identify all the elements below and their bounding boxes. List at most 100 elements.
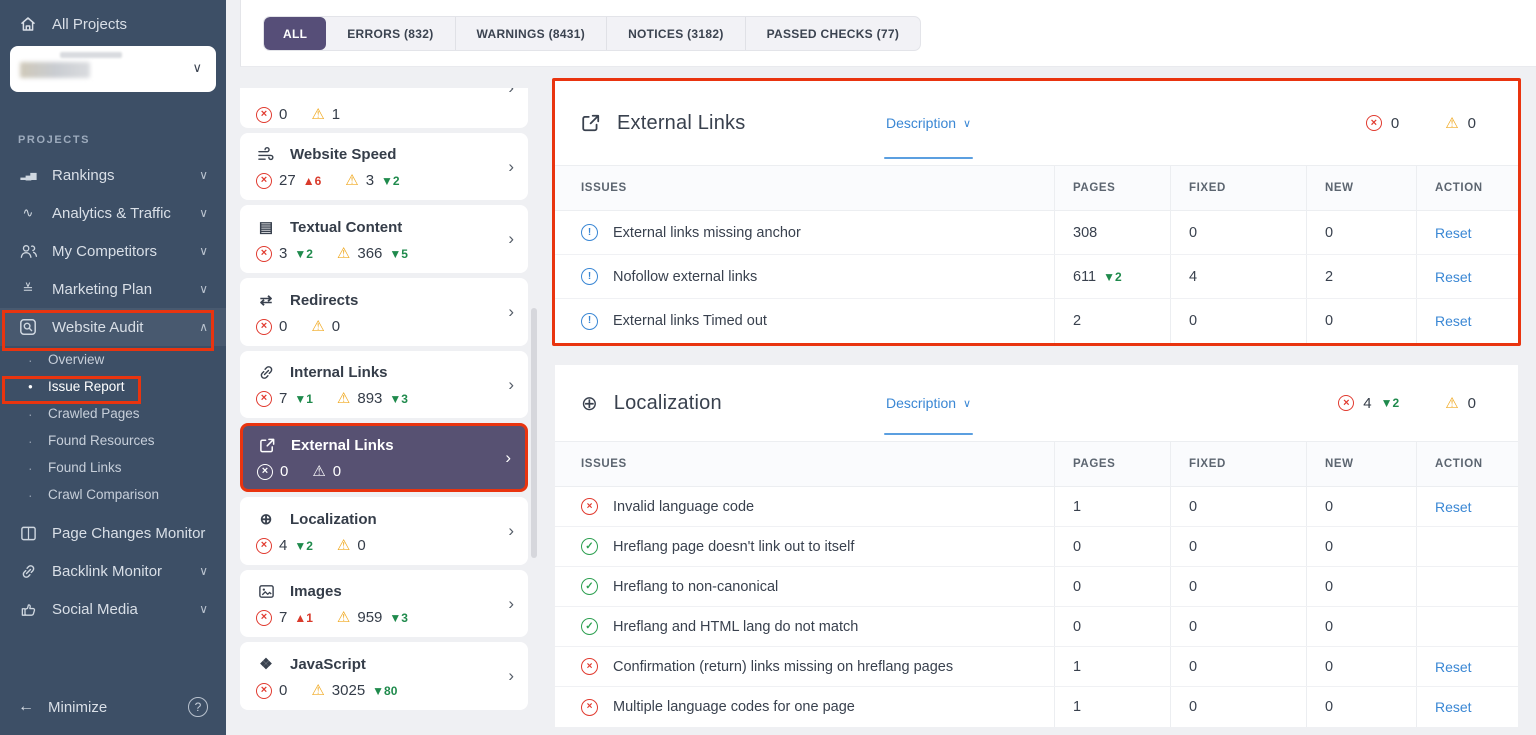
- notice-icon[interactable]: !: [581, 268, 598, 285]
- reset-link[interactable]: Reset: [1435, 313, 1472, 329]
- reset-link[interactable]: Reset: [1435, 225, 1472, 241]
- tab-all[interactable]: ALL: [264, 17, 327, 50]
- all-projects-link[interactable]: All Projects: [0, 0, 226, 39]
- audit-magnifier-icon: [18, 318, 38, 336]
- sidebar-item-my-competitors[interactable]: My Competitors ∨: [0, 232, 226, 270]
- category-label: Images: [290, 583, 342, 600]
- table-row: × Confirmation (return) links missing on…: [555, 647, 1518, 687]
- category-card-redirects[interactable]: ⇄ Redirects › × 0 ⚠ 0: [240, 278, 528, 346]
- tab-warnings[interactable]: WARNINGS (8431): [454, 17, 607, 50]
- check-status-icon[interactable]: ✓: [581, 578, 598, 595]
- warning-count: 366: [357, 245, 383, 262]
- category-card-javascript[interactable]: ❖ JavaScript › × 0 ⚠ 3025 ▼80: [240, 642, 528, 710]
- warning-trend: ▼3: [389, 610, 408, 625]
- sidebar-subitem-overview[interactable]: · Overview: [0, 346, 226, 373]
- description-toggle[interactable]: Description ∨: [883, 395, 974, 435]
- help-button[interactable]: ?: [188, 697, 208, 717]
- sidebar-item-social-media[interactable]: Social Media ∨: [0, 590, 226, 628]
- category-card-internal-links[interactable]: Internal Links › × 7 ▼1 ⚠ 893 ▼3: [240, 351, 528, 418]
- sidebar-item-marketing-plan[interactable]: ≚ Marketing Plan ∨: [0, 270, 226, 308]
- chevron-down-icon: ∨: [199, 206, 208, 220]
- tab-errors[interactable]: ERRORS (832): [326, 17, 454, 50]
- category-label: JavaScript: [290, 655, 366, 673]
- back-arrow-icon: ←: [18, 698, 34, 715]
- notice-icon[interactable]: !: [581, 312, 598, 330]
- bullet-icon: ·: [28, 432, 33, 449]
- home-icon: [18, 15, 38, 33]
- check-status-icon[interactable]: ✓: [581, 538, 598, 555]
- sidebar-item-rankings[interactable]: ▂▄▆ Rankings ∨: [0, 156, 226, 194]
- category-label: Redirects: [290, 291, 359, 309]
- sidebar-subitem-crawled-pages[interactable]: · Crawled Pages: [0, 400, 226, 427]
- description-label: Description: [886, 115, 957, 131]
- chevron-down-icon: ∨: [963, 117, 972, 130]
- error-status-icon[interactable]: ×: [581, 698, 598, 716]
- category-label: Localization: [290, 510, 377, 528]
- error-count: 3: [279, 245, 288, 262]
- error-trend: ▼1: [294, 391, 313, 406]
- minimize-button[interactable]: Minimize: [48, 699, 107, 716]
- error-count: 4: [279, 537, 288, 554]
- bullet-icon: ·: [28, 405, 33, 422]
- category-card-textual-content[interactable]: ▤ Textual Content › × 3 ▼2 ⚠ 366 ▼5: [240, 205, 528, 273]
- sidebar-subitem-found-resources[interactable]: · Found Resources: [0, 427, 226, 454]
- tab-notices[interactable]: NOTICES (3182): [606, 17, 745, 50]
- fixed-value: 0: [1189, 699, 1198, 715]
- issue-label: Confirmation (return) links missing on h…: [613, 658, 954, 675]
- subitem-label: Found Links: [48, 460, 122, 475]
- error-count-icon: ×: [256, 318, 272, 335]
- sidebar-item-label: Social Media: [52, 600, 138, 618]
- reset-link[interactable]: Reset: [1435, 499, 1472, 515]
- column-pages: PAGES: [1054, 166, 1170, 210]
- chevron-right-icon: ›: [508, 229, 514, 248]
- category-card-website-speed[interactable]: Website Speed › × 27 ▲6 ⚠ 3 ▼2: [240, 133, 528, 200]
- error-status-icon[interactable]: ×: [581, 498, 598, 515]
- error-count: 0: [279, 682, 288, 699]
- project-selector[interactable]: ∨: [10, 46, 216, 92]
- sidebar-footer: ← Minimize ?: [0, 679, 226, 735]
- sidebar-item-page-changes-monitor[interactable]: Page Changes Monitor: [0, 514, 226, 552]
- description-toggle[interactable]: Description ∨: [883, 115, 974, 159]
- warning-icon: ⚠: [345, 172, 359, 189]
- sidebar-item-website-audit[interactable]: Website Audit ∧: [0, 308, 226, 346]
- error-status-icon[interactable]: ×: [581, 658, 598, 675]
- category-card-clipped[interactable]: › × 0 ⚠ 1: [240, 88, 528, 128]
- tab-passed-checks[interactable]: PASSED CHECKS (77): [744, 17, 921, 50]
- sidebar-item-analytics-traffic[interactable]: ∿ Analytics & Traffic ∨: [0, 194, 226, 232]
- fixed-value: 0: [1189, 578, 1198, 595]
- notice-icon[interactable]: !: [581, 224, 598, 241]
- category-list-scrollbar[interactable]: [531, 308, 537, 558]
- project-favicon-redacted: [20, 62, 90, 78]
- category-card-localization[interactable]: ⊕ Localization › × 4 ▼2 ⚠ 0: [240, 497, 528, 565]
- issue-label: Nofollow external links: [613, 268, 758, 285]
- project-name-redacted: [60, 52, 122, 58]
- sidebar-item-backlink-monitor[interactable]: Backlink Monitor ∨: [0, 552, 226, 590]
- warning-icon: ⚠: [311, 682, 325, 699]
- sidebar-item-label: Backlink Monitor: [52, 562, 163, 580]
- sidebar-subitem-found-links[interactable]: · Found Links: [0, 454, 226, 481]
- error-count-icon: ×: [256, 537, 272, 554]
- panel-title: Localization: [613, 391, 722, 414]
- check-status-icon[interactable]: ✓: [581, 618, 598, 635]
- sidebar-item-label: My Competitors: [52, 242, 158, 260]
- error-count-icon: ×: [256, 106, 272, 123]
- reset-link[interactable]: Reset: [1435, 659, 1472, 675]
- column-action: ACTION: [1416, 166, 1518, 210]
- sidebar-subitem-issue-report[interactable]: ● Issue Report: [0, 373, 226, 400]
- error-count-icon: ×: [256, 172, 272, 189]
- category-card-external-links[interactable]: External Links › × 0 ⚠ 0: [240, 423, 528, 492]
- category-label: Textual Content: [290, 218, 403, 236]
- category-card-images[interactable]: Images › × 7 ▲1 ⚠ 959 ▼3: [240, 570, 528, 637]
- warning-trend: ▼3: [389, 391, 408, 406]
- reset-link[interactable]: Reset: [1435, 269, 1472, 285]
- new-value: 0: [1325, 658, 1334, 675]
- column-issues: ISSUES: [581, 182, 627, 194]
- chevron-down-icon: ∨: [199, 282, 208, 296]
- sidebar-subitem-crawl-comparison[interactable]: · Crawl Comparison: [0, 481, 226, 508]
- new-value: 0: [1325, 618, 1334, 635]
- redirect-icon: ⇄: [259, 292, 273, 309]
- reset-link[interactable]: Reset: [1435, 699, 1472, 715]
- warning-count: 3025: [331, 682, 366, 699]
- warning-icon: ⚠: [336, 245, 351, 262]
- fixed-value: 0: [1189, 618, 1198, 635]
